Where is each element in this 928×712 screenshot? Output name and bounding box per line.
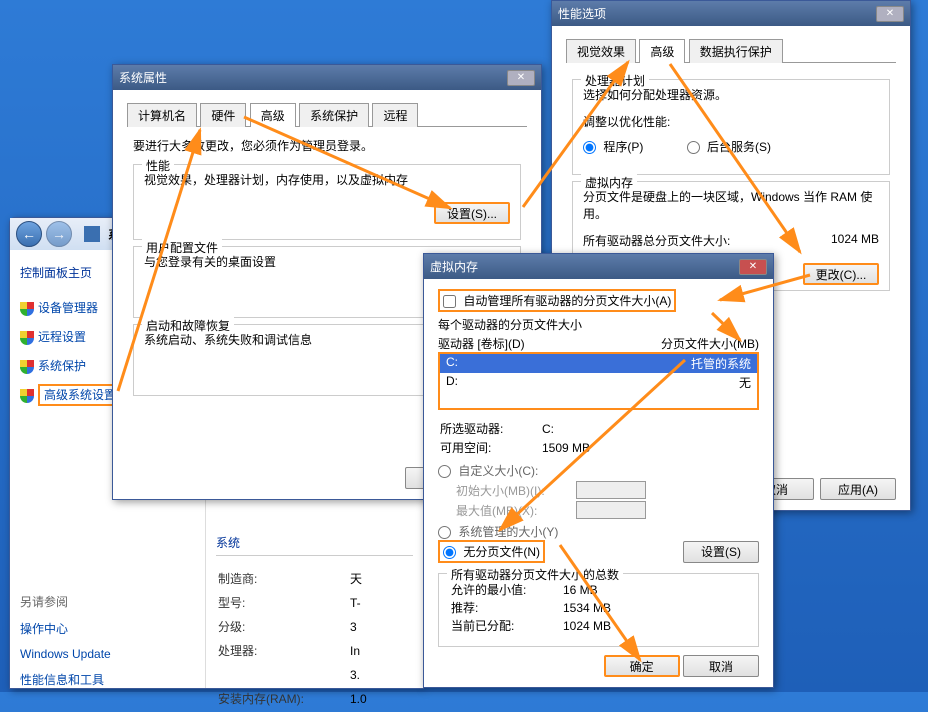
perf-tabs: 视觉效果 高级 数据执行保护 <box>566 38 896 63</box>
radio-custom-size[interactable]: 自定义大小(C): <box>438 462 759 479</box>
sysinfo-value: 3. <box>350 664 367 686</box>
tab-hardware[interactable]: 硬件 <box>200 103 246 127</box>
shield-icon <box>20 331 34 345</box>
totals-title: 所有驱动器分页文件大小的总数 <box>447 566 623 583</box>
drive-list[interactable]: C:托管的系统 D:无 <box>438 352 759 410</box>
virtual-memory-dialog: 虚拟内存 ✕ 自动管理所有驱动器的分页文件大小(A) 每个驱动器的分页文件大小 … <box>423 253 774 688</box>
perf-title: 性能选项 <box>558 5 606 22</box>
tab-remote[interactable]: 远程 <box>372 103 418 127</box>
cur-label: 当前已分配: <box>451 618 561 634</box>
shield-icon <box>20 389 34 403</box>
admin-note: 要进行大多数更改，您必须作为管理员登录。 <box>133 137 521 154</box>
profile-group-title: 用户配置文件 <box>142 239 222 256</box>
perf-group-title: 性能 <box>142 157 174 174</box>
breadcrumb-icon <box>84 226 100 242</box>
drive-header-left: 驱动器 [卷标](D) <box>438 335 525 352</box>
nav-fwd-button[interactable]: → <box>46 221 72 247</box>
vm-ok-button[interactable]: 确定 <box>604 655 680 677</box>
shield-icon <box>20 302 34 316</box>
rec-value: 1534 MB <box>563 600 611 616</box>
tab-dep[interactable]: 数据执行保护 <box>689 39 783 63</box>
cp-link-2[interactable]: 系统保护 <box>38 359 86 373</box>
avail-label: 可用空间: <box>440 439 540 456</box>
max-size-label: 最大值(MB)(X): <box>456 502 576 519</box>
see-also-2[interactable]: 性能信息和工具 <box>20 671 195 688</box>
cp-link-0[interactable]: 设备管理器 <box>38 301 98 315</box>
auto-manage-checkbox[interactable]: 自动管理所有驱动器的分页文件大小(A) <box>438 289 676 312</box>
close-icon[interactable]: ✕ <box>739 259 767 275</box>
tab-visual[interactable]: 视觉效果 <box>566 39 636 63</box>
vm-dialog-title: 虚拟内存 <box>430 258 478 275</box>
adjust-label: 调整以优化性能: <box>583 113 879 130</box>
radio-services[interactable]: 后台服务(S) <box>687 140 771 154</box>
sysinfo-label: 分级: <box>218 616 348 638</box>
tab-computer-name[interactable]: 计算机名 <box>127 103 197 127</box>
max-size-input <box>576 501 646 519</box>
close-icon[interactable]: ✕ <box>876 6 904 22</box>
startup-group-title: 启动和故障恢复 <box>142 317 234 334</box>
sel-drive-value: C: <box>542 420 590 437</box>
see-also-0[interactable]: 操作中心 <box>20 620 195 637</box>
tab-advanced[interactable]: 高级 <box>250 103 296 127</box>
radio-sys-managed[interactable]: 系统管理的大小(Y) <box>438 523 759 540</box>
perf-settings-button[interactable]: 设置(S)... <box>434 202 510 224</box>
sysinfo-label: 处理器: <box>218 640 348 662</box>
close-icon[interactable]: ✕ <box>507 70 535 86</box>
vm-total-value: 1024 MB <box>831 232 879 249</box>
radio-programs[interactable]: 程序(P) <box>583 140 647 154</box>
vm-desc: 分页文件是硬盘上的一块区域，Windows 当作 RAM 使用。 <box>583 188 879 222</box>
vm-title: 虚拟内存 <box>581 174 637 191</box>
min-value: 16 MB <box>563 582 611 598</box>
nav-back-button[interactable]: ← <box>16 221 42 247</box>
sysinfo-value: 天 <box>350 568 367 590</box>
drive-header-right: 分页文件大小(MB) <box>661 335 759 352</box>
avail-value: 1509 MB <box>542 439 590 456</box>
sysinfo-label <box>218 664 348 686</box>
tab-perf-advanced[interactable]: 高级 <box>639 39 685 63</box>
sysinfo-label: 安装内存(RAM): <box>218 688 348 710</box>
see-also-1[interactable]: Windows Update <box>20 647 195 661</box>
vm-set-button[interactable]: 设置(S) <box>683 541 759 563</box>
sel-drive-label: 所选驱动器: <box>440 420 540 437</box>
sysinfo-value: 1.0 <box>350 688 367 710</box>
sysinfo-label: 型号: <box>218 592 348 614</box>
perf-apply-button[interactable]: 应用(A) <box>820 478 896 500</box>
vm-change-button[interactable]: 更改(C)... <box>803 263 879 285</box>
min-label: 允许的最小值: <box>451 582 561 598</box>
radio-no-paging[interactable]: 无分页文件(N) <box>438 540 545 563</box>
cp-link-3[interactable]: 高级系统设置 <box>38 384 122 406</box>
shield-icon <box>20 360 34 374</box>
tab-protection[interactable]: 系统保护 <box>299 103 369 127</box>
cur-value: 1024 MB <box>563 618 611 634</box>
perf-desc: 视觉效果，处理器计划，内存使用，以及虚拟内存 <box>144 171 510 188</box>
each-drive-label: 每个驱动器的分页文件大小 <box>438 316 759 333</box>
vm-total-label: 所有驱动器总分页文件大小: <box>583 232 730 249</box>
cp-link-1[interactable]: 远程设置 <box>38 330 86 344</box>
sys-props-title: 系统属性 <box>119 69 167 86</box>
sys-props-tabs: 计算机名 硬件 高级 系统保护 远程 <box>127 102 527 127</box>
sched-title: 处理器计划 <box>581 72 649 89</box>
see-also-heading: 另请参阅 <box>20 593 195 610</box>
sysinfo-value: 3 <box>350 616 367 638</box>
rec-label: 推荐: <box>451 600 561 616</box>
sysinfo-value: In <box>350 640 367 662</box>
init-size-label: 初始大小(MB)(I): <box>456 482 576 499</box>
sysinfo-title: 系统 <box>216 534 413 556</box>
sysinfo-label: 制造商: <box>218 568 348 590</box>
init-size-input <box>576 481 646 499</box>
vm-cancel-button[interactable]: 取消 <box>683 655 759 677</box>
sysinfo-value: T- <box>350 592 367 614</box>
